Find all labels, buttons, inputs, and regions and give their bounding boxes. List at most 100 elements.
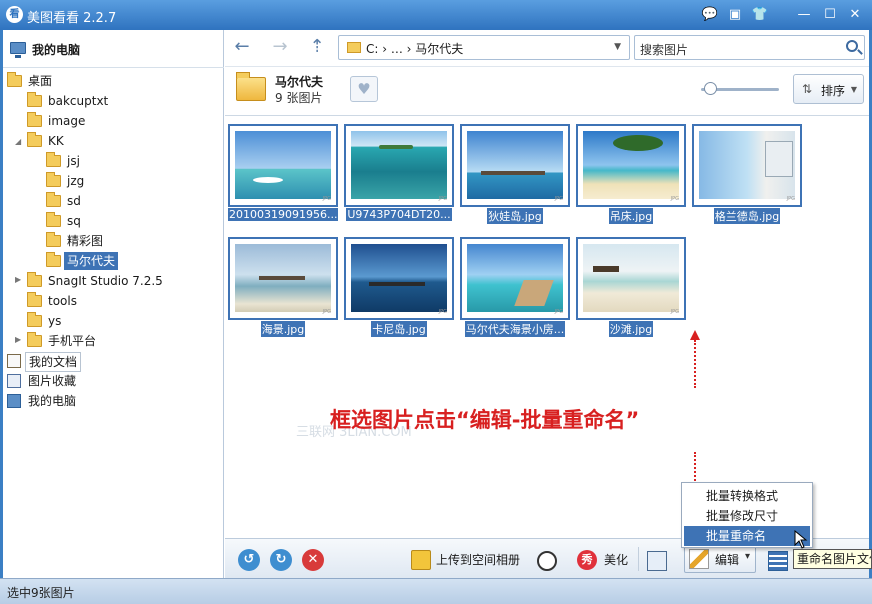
thumbnail[interactable]: JPG 格兰德岛.jpg <box>692 124 802 224</box>
meitu-xiu-icon: 秀 <box>577 550 597 570</box>
pictures-icon <box>7 374 21 388</box>
address-path: C: › … › 马尔代夫 <box>366 42 464 56</box>
thumbnail[interactable]: JPG 卡尼岛.jpg <box>344 237 454 337</box>
title-bar: 看 美图看看 2.2.7 💬 ▣ 👕 — ☐ ✕ <box>0 0 872 30</box>
collapsed-arrow-icon[interactable]: ▶ <box>15 335 21 344</box>
close-button[interactable]: ✕ <box>846 6 864 24</box>
thumbnail-frame: JPG <box>228 124 338 207</box>
upload-album-button[interactable]: 上传到空间相册 <box>411 548 523 572</box>
thumbnail[interactable]: JPG 沙滩.jpg <box>576 237 686 337</box>
folder-tree: 我的电脑 桌面 bakcuptxt image ◢ KK jsj jzg sd … <box>3 30 224 578</box>
thumbnail[interactable]: JPG 马尔代夫海景小房... <box>460 237 570 337</box>
menu-item-batch-resize[interactable]: 批量修改尺寸 <box>684 506 810 526</box>
thumbnail[interactable]: JPG 20100319091956... <box>228 124 338 221</box>
delete-button[interactable]: ✕ <box>302 549 324 571</box>
divider <box>638 547 639 571</box>
sort-label: 排序 <box>821 84 846 98</box>
sort-button[interactable]: ⇅ 排序 ▼ <box>793 74 864 104</box>
thumbnail-image <box>235 244 331 312</box>
folder-icon <box>46 192 61 207</box>
thumbnail[interactable]: JPG 海景.jpg <box>228 237 338 337</box>
favorite-button[interactable]: ♥ <box>350 76 378 102</box>
edit-button[interactable]: 编辑 ▾ <box>684 545 756 573</box>
dropdown-arrow-icon[interactable]: ▼ <box>614 42 621 52</box>
file-type-tag: JPG <box>670 196 679 202</box>
expand-arrow-icon[interactable]: ◢ <box>15 137 21 146</box>
documents-icon <box>7 354 21 368</box>
tooltip: 重命名图片文件 <box>793 549 872 569</box>
folder-icon <box>27 312 42 327</box>
maximize-button[interactable]: ☐ <box>821 6 839 24</box>
thumbnail-image <box>351 244 447 312</box>
thumbnail[interactable]: JPG 吊床.jpg <box>576 124 686 224</box>
feedback-icon[interactable]: 💬 <box>701 6 719 24</box>
address-bar[interactable]: C: › … › 马尔代夫 ▼ <box>338 35 630 60</box>
thumbnail-image <box>699 131 795 199</box>
tree-item-label: 图片收藏 <box>28 374 77 388</box>
folder-icon <box>27 272 42 287</box>
tree-item-label: bakcuptxt <box>48 94 109 108</box>
folder-icon <box>27 292 42 307</box>
minimize-button[interactable]: — <box>795 6 813 24</box>
folder-icon <box>236 72 266 101</box>
folder-icon <box>46 232 61 247</box>
search-icon[interactable] <box>846 40 858 52</box>
thumbnail-frame: JPG <box>344 237 454 320</box>
folder-icon <box>27 92 42 107</box>
file-type-tag: JPG <box>438 196 447 202</box>
status-text: 选中9张图片 <box>7 586 75 600</box>
rotate-left-button[interactable]: ↺ <box>238 549 260 571</box>
tree-item-label: ys <box>48 314 62 328</box>
slideshow-icon[interactable] <box>647 551 667 571</box>
tree-item-label: SnagIt Studio 7.2.5 <box>48 274 163 288</box>
rotate-right-button[interactable]: ↻ <box>270 549 292 571</box>
zoom-slider-handle[interactable] <box>704 82 717 95</box>
folder-icon <box>347 42 361 53</box>
thumbnail-caption: 狄娃岛.jpg <box>487 208 543 224</box>
tree-item-label: sd <box>67 194 81 208</box>
computer-icon <box>7 394 21 408</box>
edit-label: 编辑 <box>715 553 740 567</box>
instruction-text: 框选图片点击“编辑-批量重命名” <box>330 408 640 432</box>
search-input[interactable]: 搜索图片 <box>634 35 865 60</box>
beautify-button[interactable]: 秀 美化 <box>577 548 635 572</box>
thumbnail-image <box>235 131 331 199</box>
mouse-cursor-icon <box>794 530 808 549</box>
status-bar: 选中9张图片 <box>0 578 872 604</box>
tree-item-label: tools <box>48 294 77 308</box>
skin-icon[interactable]: 👕 <box>751 6 769 24</box>
thumbnail-caption: 吊床.jpg <box>608 208 654 224</box>
tree-item-label: 马尔代夫 <box>64 252 119 270</box>
dropdown-arrow-icon: ▼ <box>850 85 857 94</box>
app-logo-icon: 看 <box>6 6 23 23</box>
folder-info-bar: 马尔代夫 9 张图片 ♥ ⇅ 排序 ▼ <box>225 66 869 114</box>
collapsed-arrow-icon[interactable]: ▶ <box>15 275 21 284</box>
tree-item-label: 我的文档 <box>25 352 82 372</box>
computer-icon <box>10 42 26 58</box>
folder-icon <box>27 332 42 347</box>
thumbnail-frame: JPG <box>460 124 570 207</box>
thumbnail[interactable]: JPG 狄娃岛.jpg <box>460 124 570 224</box>
tree-item-label: 桌面 <box>28 74 53 88</box>
thumbnail-image <box>351 131 447 199</box>
tree-header: 我的电脑 <box>3 30 224 68</box>
forward-button[interactable]: → <box>269 36 291 58</box>
thumbnail-frame: JPG <box>576 237 686 320</box>
thumbnail-frame: JPG <box>576 124 686 207</box>
tree-item-label: 我的电脑 <box>28 394 77 408</box>
menu-item-batch-rename[interactable]: 批量重命名 <box>684 526 810 546</box>
thumbnail-image <box>583 244 679 312</box>
weibo-icon[interactable] <box>537 551 557 571</box>
back-button[interactable]: ← <box>231 36 253 58</box>
file-type-tag: JPG <box>554 196 563 202</box>
menu-item-batch-convert[interactable]: 批量转换格式 <box>684 486 810 506</box>
up-folder-button[interactable]: ⇡ <box>306 36 328 58</box>
thumbnail[interactable]: JPG U9743P704DT20... <box>344 124 454 221</box>
sort-icon: ⇅ <box>802 82 813 96</box>
thumbnail-caption: 卡尼岛.jpg <box>371 321 427 337</box>
thumbnail-frame: JPG <box>692 124 802 207</box>
thumbnail-caption: 马尔代夫海景小房... <box>464 321 566 337</box>
menu-icon[interactable]: ▣ <box>726 6 744 24</box>
view-list-icon[interactable] <box>768 551 788 571</box>
thumbnail-caption: 格兰德岛.jpg <box>713 208 781 224</box>
